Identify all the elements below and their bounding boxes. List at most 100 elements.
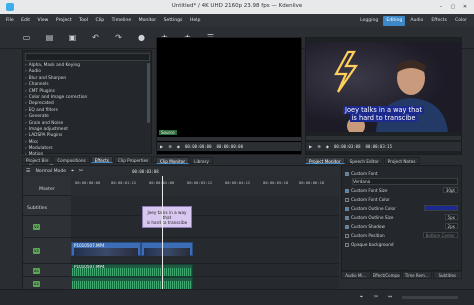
layout-editing[interactable]: Editing xyxy=(383,15,406,26)
menu-project[interactable]: Project xyxy=(56,14,72,27)
zoom-icon[interactable]: ⊕ xyxy=(168,144,172,149)
track-menu-icon[interactable]: ☰ xyxy=(26,168,30,174)
clip-monitor-timecode[interactable]: 00:00:00:00 xyxy=(185,144,212,149)
custom-font-color-checkbox[interactable] xyxy=(345,197,349,202)
prop-row: Opaque background xyxy=(345,241,394,248)
tab-effect-composition[interactable]: Effect/Compositio... xyxy=(371,271,401,279)
play-icon[interactable]: ▶ xyxy=(160,144,163,149)
menu-help[interactable]: Help xyxy=(190,14,200,27)
tab-project-bin[interactable]: Project Bin xyxy=(22,156,53,163)
outline-color-swatch[interactable] xyxy=(424,205,458,211)
menu-monitor[interactable]: Monitor xyxy=(139,14,156,27)
selection-tool-icon[interactable]: ⌖ xyxy=(71,168,74,174)
tab-compositions[interactable]: Compositions xyxy=(53,156,90,163)
menu-view[interactable]: View xyxy=(38,14,49,27)
tab-effects[interactable]: Effects xyxy=(90,156,113,163)
custom-shadow-checkbox[interactable] xyxy=(345,224,349,229)
close-button[interactable]: ✕ xyxy=(461,3,469,11)
play-icon[interactable]: ▶ xyxy=(309,144,312,149)
spacer-icon[interactable]: ⇔ xyxy=(388,294,392,300)
redo-icon[interactable]: ↷ xyxy=(114,33,123,42)
custom-outline-color-checkbox[interactable] xyxy=(345,206,349,211)
timeline-panel: ☰ Normal Mode ⌖ ✂ 00:00:03:08 00:00:00:0… xyxy=(22,165,339,290)
tab-project-notes[interactable]: Project Notes xyxy=(383,157,420,164)
timeline-playhead[interactable] xyxy=(162,176,163,290)
menu-clip[interactable]: Clip xyxy=(95,14,104,27)
subtitle-clip[interactable]: Joey talks in a way that is hard to tran… xyxy=(142,206,192,228)
timeline-ruler[interactable]: 00:00:00:00 00:00:01:12 00:00:02:00 00:0… xyxy=(71,176,339,196)
menu-timeline[interactable]: Timeline xyxy=(112,14,132,27)
custom-position-checkbox[interactable] xyxy=(345,233,349,238)
custom-font-size-checkbox[interactable] xyxy=(345,188,349,193)
maximize-button[interactable]: ▢ xyxy=(449,3,457,11)
position-select[interactable]: Bottom Center xyxy=(422,232,458,238)
edit-mode-select[interactable]: Normal Mode xyxy=(35,169,66,174)
effects-scrollbar[interactable] xyxy=(147,63,150,123)
tab-clip-properties[interactable]: Clip Properties xyxy=(113,156,153,163)
render-icon[interactable]: ● xyxy=(137,33,146,42)
menu-settings[interactable]: Settings xyxy=(164,14,183,27)
project-monitor-scrubber[interactable] xyxy=(306,136,461,140)
tab-project-monitor[interactable]: Project Monitor xyxy=(305,157,345,164)
subtitle-track[interactable] xyxy=(71,196,339,216)
menu-edit[interactable]: Edit xyxy=(21,14,30,27)
subtitle-properties-panel: Custom Font Verdana Custom Font Size 30p… xyxy=(341,165,462,271)
subtitle-overlay: Joey talks in a way that is hard to tran… xyxy=(326,106,441,122)
tab-library[interactable]: Library xyxy=(190,157,213,164)
zoom-slider[interactable] xyxy=(402,296,458,299)
clip-monitor[interactable]: Source ▶ ⊕ ◆ 00:00:00:00 00:00:00:00 xyxy=(156,37,302,155)
tab-subtitles[interactable]: Subtitles xyxy=(432,271,462,279)
font-size-input[interactable]: 30pt xyxy=(442,187,458,193)
tab-speech-editor[interactable]: Speech Editor xyxy=(345,157,383,164)
shadow-size-input[interactable]: 2px xyxy=(444,223,458,229)
undo-icon[interactable]: ↶ xyxy=(91,33,100,42)
prop-row: Custom Font Size xyxy=(345,187,387,194)
outline-size-input[interactable]: 5px xyxy=(444,214,458,220)
new-file-icon[interactable]: ▭ xyxy=(22,33,31,42)
razor-icon[interactable]: ✂ xyxy=(374,294,378,300)
layout-logging[interactable]: Logging xyxy=(357,16,381,26)
video-clip[interactable] xyxy=(141,242,193,256)
custom-outline-size-checkbox[interactable] xyxy=(345,215,349,220)
video-clip[interactable]: P1010507.MP4 xyxy=(71,242,141,256)
open-folder-icon[interactable]: ▤ xyxy=(45,33,54,42)
menu-tool[interactable]: Tool xyxy=(79,14,88,27)
prop-row: Custom Font Color xyxy=(345,196,390,203)
track-badge-a2[interactable]: A2 xyxy=(33,281,40,287)
ruler-tick-label: 00:00:06:18 xyxy=(299,180,325,185)
prop-row: Custom Shadow xyxy=(345,223,385,230)
opaque-background-checkbox[interactable] xyxy=(345,242,349,247)
tab-time-remap[interactable]: Time Rem... xyxy=(402,271,432,279)
select-tool-icon[interactable]: ⌖ xyxy=(360,294,363,300)
minimize-button[interactable]: – xyxy=(437,3,445,11)
project-monitor-preview[interactable]: Joey talks in a way that is hard to tran… xyxy=(306,42,461,135)
menu-file[interactable]: File xyxy=(6,14,14,27)
project-monitor-timecode[interactable]: 00:00:03:08 xyxy=(334,144,361,149)
audio-clip[interactable]: P1010507.MP4 xyxy=(71,264,193,277)
razor-tool-icon[interactable]: ✂ xyxy=(79,168,83,174)
master-track-header: Master xyxy=(23,176,71,196)
font-select[interactable]: Verdana xyxy=(352,178,458,185)
save-icon[interactable]: ▣ xyxy=(68,33,77,42)
timeline-timecode[interactable]: 00:00:03:08 xyxy=(132,169,159,174)
layout-color[interactable]: Color xyxy=(452,16,470,26)
zoom-icon[interactable]: ⊕ xyxy=(317,144,321,149)
track-badge-a1[interactable]: A1 xyxy=(33,268,40,274)
prop-row: Custom Outline Size xyxy=(345,214,393,221)
right-dock-tabs: Audio Mi... Effect/Compositio... Time Re… xyxy=(341,271,462,279)
track-v2[interactable] xyxy=(71,216,339,238)
custom-font-checkbox[interactable] xyxy=(345,171,349,176)
ruler-tick-label: 00:00:00:00 xyxy=(75,180,101,185)
subtitles-label: Subtitles xyxy=(27,206,48,211)
layout-effects[interactable]: Effects xyxy=(428,16,450,26)
clip-monitor-scrubber[interactable] xyxy=(157,137,301,141)
layout-audio[interactable]: Audio xyxy=(407,16,426,26)
tab-clip-monitor[interactable]: Clip Monitor xyxy=(156,157,190,164)
video-clip-thumbnail xyxy=(74,248,138,256)
marker-icon[interactable]: ◆ xyxy=(326,144,329,149)
track-badge-v1[interactable]: V1 xyxy=(33,248,40,254)
marker-icon[interactable]: ◆ xyxy=(177,144,180,149)
effects-search-input[interactable] xyxy=(25,53,150,61)
track-badge-v2[interactable]: V2 xyxy=(33,224,40,230)
tab-audio-mixer[interactable]: Audio Mi... xyxy=(341,271,371,279)
